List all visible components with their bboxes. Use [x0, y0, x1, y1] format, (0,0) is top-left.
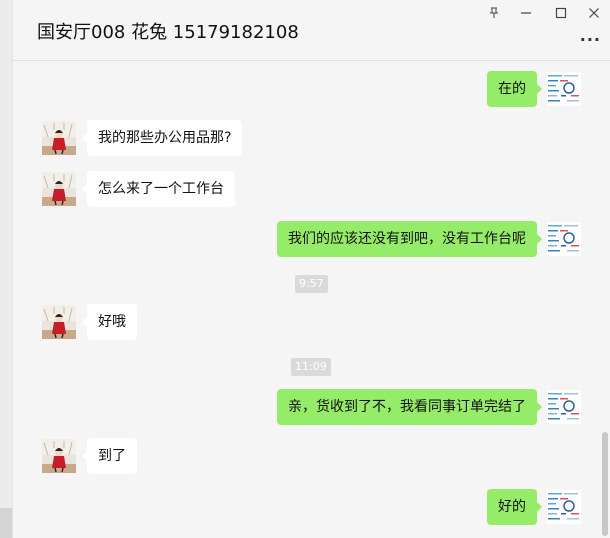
contact-avatar[interactable] — [42, 172, 76, 206]
timestamp: 9:57 — [295, 275, 328, 293]
pin-button[interactable] — [479, 2, 509, 24]
contact-avatar[interactable] — [42, 439, 76, 473]
message-bubble[interactable]: 在的 — [487, 71, 542, 107]
contact-avatar[interactable] — [42, 121, 76, 155]
maximize-button[interactable] — [546, 2, 576, 24]
my-avatar[interactable] — [547, 72, 581, 106]
my-avatar[interactable] — [547, 390, 581, 424]
maximize-icon — [555, 7, 567, 19]
message-bubble[interactable]: 我的那些办公用品那? — [81, 120, 243, 156]
message-bubble[interactable]: 亲，货收到了不，我看同事订单完结了 — [277, 389, 542, 425]
pin-icon — [490, 7, 498, 18]
message-scrollbar[interactable] — [602, 432, 608, 536]
minimize-button[interactable] — [511, 2, 541, 24]
my-avatar[interactable] — [547, 490, 581, 524]
close-button[interactable] — [579, 2, 609, 24]
message-bubble[interactable]: 好的 — [487, 489, 542, 525]
timestamp: 11:09 — [291, 358, 331, 376]
chat-title: 国安厅008 花兔 15179182108 — [37, 22, 299, 43]
left-panel-edge — [0, 0, 12, 538]
my-avatar[interactable] — [547, 222, 581, 256]
contact-avatar[interactable] — [42, 305, 76, 339]
chat-window: 国安厅008 花兔 15179182108 ··· 在的我的那些办公用品那? 怎么… — [12, 0, 610, 538]
message-bubble[interactable]: 好哦 — [82, 304, 137, 340]
message-bubble[interactable]: 我们的应该还没有到吧，没有工作台呢 — [277, 221, 542, 257]
close-icon — [589, 8, 599, 18]
chat-header: 国安厅008 花兔 15179182108 ··· — [13, 0, 610, 61]
message-bubble[interactable]: 怎么来了一个工作台 — [82, 171, 235, 207]
message-bubble[interactable]: 到了 — [82, 438, 137, 474]
left-panel-scrollbar[interactable] — [0, 508, 12, 538]
more-options-button[interactable]: ··· — [580, 30, 601, 49]
minimize-icon — [521, 12, 531, 14]
